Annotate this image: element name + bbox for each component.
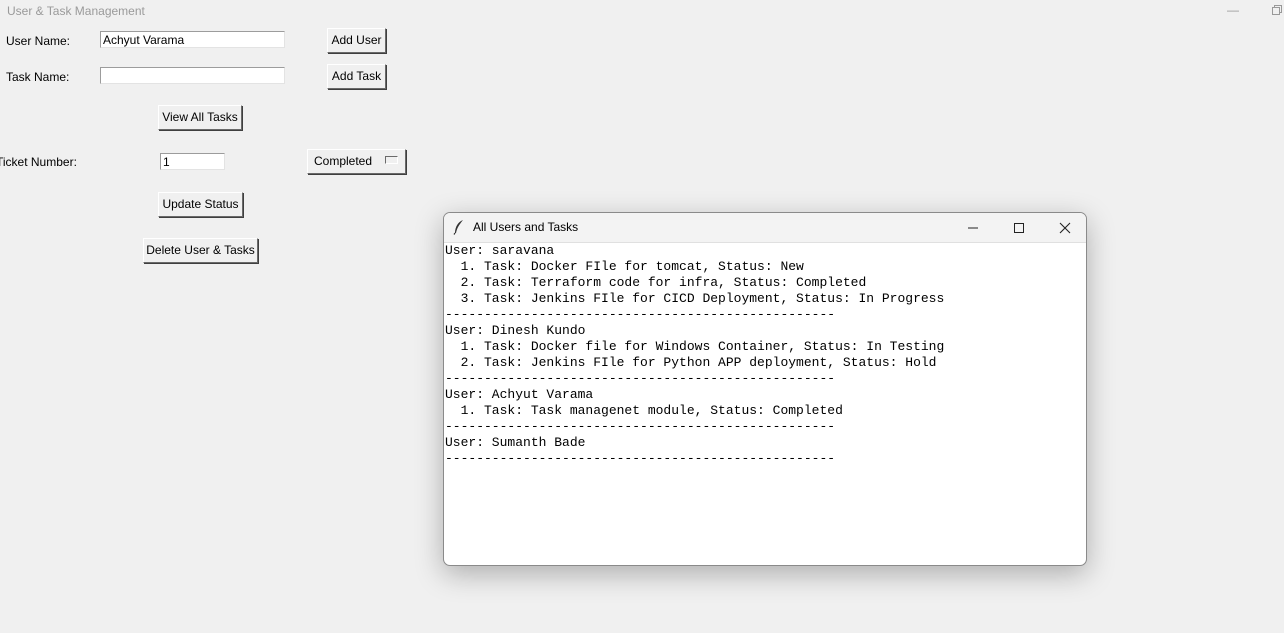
- user-name-label: User Name:: [6, 34, 71, 48]
- delete-user-tasks-button[interactable]: Delete User & Tasks: [143, 238, 258, 263]
- task-text-line: User: Sumanth Bade: [445, 435, 586, 450]
- task-text-line: ----------------------------------------…: [445, 371, 836, 386]
- user-name-input[interactable]: Achyut Varama: [100, 31, 285, 48]
- ticket-number-label: Ticket Number:: [0, 155, 77, 169]
- task-text-line: 2. Task: Terraform code for infra, Statu…: [445, 275, 867, 290]
- task-text-line: 2. Task: Jenkins FIle for Python APP dep…: [445, 355, 937, 370]
- all-tasks-window-title: All Users and Tasks: [473, 220, 579, 234]
- dropdown-indicator-icon: [385, 156, 398, 164]
- task-text-line: User: Dinesh Kundo: [445, 323, 586, 338]
- status-dropdown[interactable]: Completed: [307, 149, 406, 174]
- status-selected: Completed: [314, 154, 373, 168]
- all-tasks-window: All Users and Tasks User: saravana 1. Ta…: [443, 212, 1087, 566]
- task-text-line: User: saravana: [445, 243, 555, 258]
- minimize-icon[interactable]: —: [1226, 4, 1240, 16]
- minimize-icon[interactable]: [950, 213, 996, 242]
- task-name-input[interactable]: [100, 67, 285, 84]
- maximize-icon[interactable]: [996, 213, 1042, 242]
- main-title-bar: User & Task Management —: [0, 0, 1284, 22]
- task-text-line: 1. Task: Task managenet module, Status: …: [445, 403, 843, 418]
- task-name-label: Task Name:: [6, 70, 70, 84]
- ticket-number-input[interactable]: 1: [160, 153, 225, 170]
- tasks-text-area[interactable]: User: saravana 1. Task: Docker FIle for …: [445, 243, 1085, 564]
- task-text-line: ----------------------------------------…: [445, 451, 836, 466]
- task-text-line: ----------------------------------------…: [445, 307, 836, 322]
- view-all-tasks-button[interactable]: View All Tasks: [158, 105, 242, 130]
- task-text-line: ----------------------------------------…: [445, 419, 836, 434]
- close-icon[interactable]: [1042, 213, 1086, 242]
- window-title: User & Task Management: [7, 4, 145, 18]
- task-text-line: 1. Task: Docker FIle for tomcat, Status:…: [445, 259, 804, 274]
- update-status-button[interactable]: Update Status: [158, 192, 243, 217]
- task-text-line: User: Achyut Varama: [445, 387, 594, 402]
- feather-icon: [453, 220, 463, 235]
- add-task-button[interactable]: Add Task: [327, 64, 386, 89]
- task-text-line: 3. Task: Jenkins FIle for CICD Deploymen…: [445, 291, 945, 306]
- task-text-line: 1. Task: Docker file for Windows Contain…: [445, 339, 945, 354]
- restore-icon[interactable]: [1270, 3, 1284, 17]
- add-user-button[interactable]: Add User: [327, 28, 386, 53]
- all-tasks-title-bar[interactable]: All Users and Tasks: [444, 213, 1086, 243]
